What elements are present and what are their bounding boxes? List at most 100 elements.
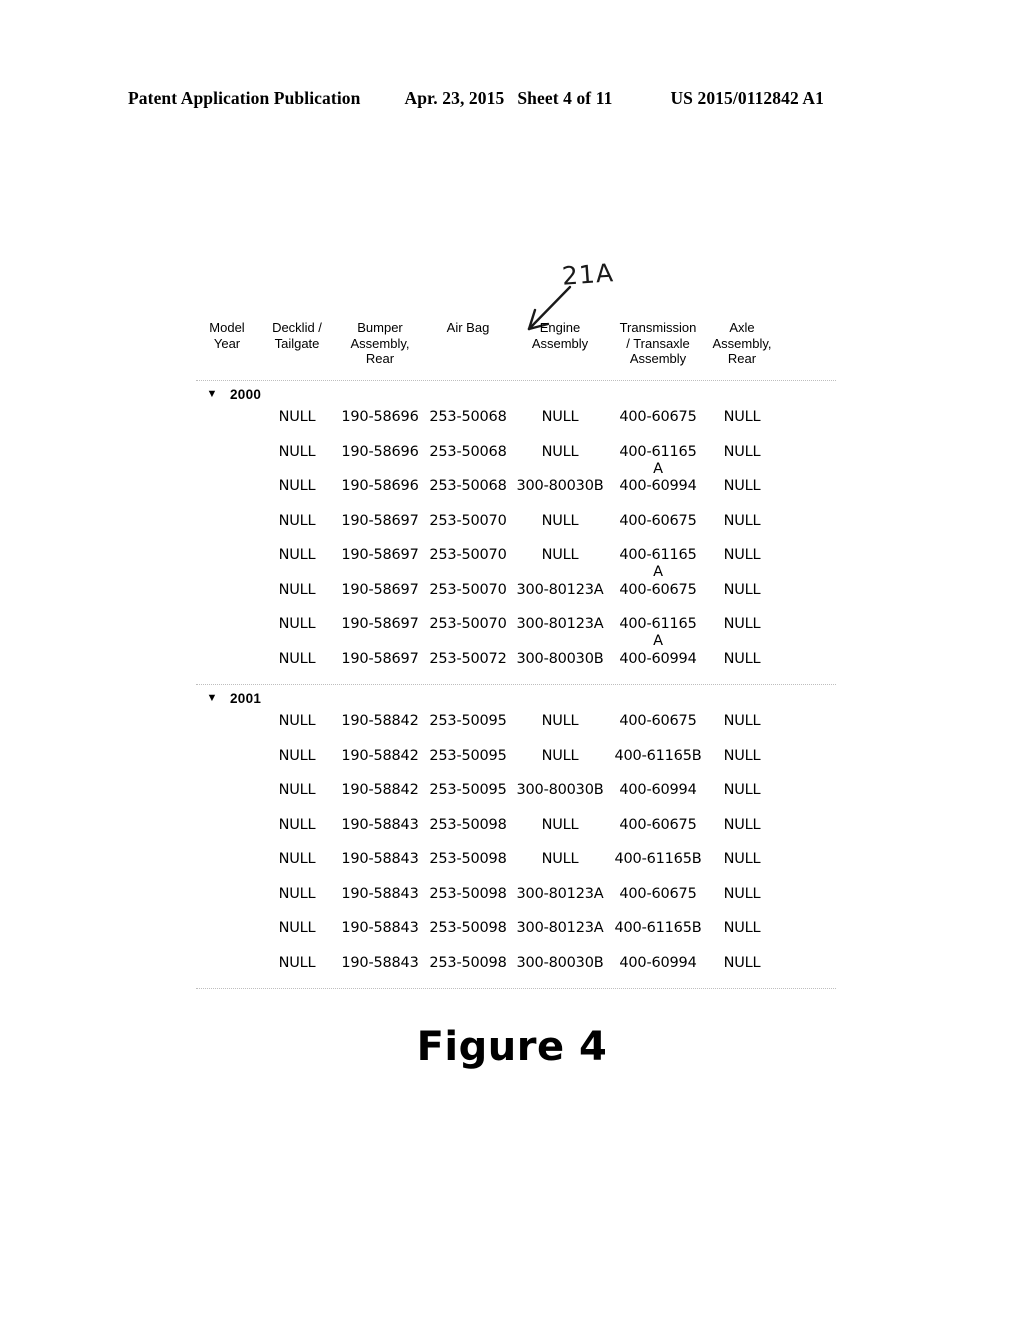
chevron-down-icon[interactable]: ▼ — [204, 389, 220, 400]
table-cell — [196, 850, 258, 851]
table-cell: 400-60994 — [619, 478, 697, 494]
table-row[interactable]: NULL 190-58697 253-50070 NULL 400-61165 A NUL… — [196, 546, 836, 581]
table-cell: 300-80030B — [516, 954, 604, 971]
table-cell: 300-80030B — [516, 478, 604, 494]
patent-drawing-page: Patent Application Publication Apr. 23, … — [0, 0, 1024, 1320]
table-cell: NULL — [541, 409, 579, 425]
table-cell: NULL — [278, 885, 316, 902]
column-header-air-bag[interactable]: Air Bag — [424, 318, 512, 336]
table-cell: 190-58843 — [341, 954, 419, 971]
publication-title: Patent Application Publication — [128, 88, 361, 108]
table-cell — [196, 712, 258, 713]
table-cell: 400-60994 — [619, 650, 697, 667]
table-row[interactable]: NULL 190-58697 253-50070 300-80123A 400-6116… — [196, 615, 836, 650]
table-cell: 300-80123A — [516, 920, 604, 936]
table-cell: NULL — [541, 851, 579, 867]
table-cell — [196, 615, 258, 616]
table-cell: 400-61165 A — [619, 616, 697, 649]
table-cell: NULL — [278, 581, 316, 598]
column-header-engine-assembly[interactable]: Engine Assembly — [512, 318, 608, 351]
table-row[interactable]: NULL 190-58697 253-50072 300-80030B 400-6099… — [196, 650, 836, 685]
column-header-bumper-assembly[interactable]: Bumper Assembly, Rear — [336, 318, 424, 367]
group-header-row[interactable]: ▼ 2000 — [196, 381, 836, 408]
column-header-axle-assembly[interactable]: Axle Assembly, Rear — [708, 318, 776, 367]
table-cell: 400-60994 — [619, 954, 697, 971]
table-row[interactable]: NULL 190-58843 253-50098 NULL 400-60675 NULL — [196, 816, 836, 851]
table-cell: NULL — [278, 443, 316, 460]
column-header-transmission[interactable]: Transmission / Transaxle Assembly — [608, 318, 708, 367]
group-header-row[interactable]: ▼ 2001 — [196, 685, 836, 712]
table-row[interactable]: NULL 190-58843 253-50098 300-80123A 400-6067… — [196, 885, 836, 920]
table-cell: 253-50098 — [429, 954, 507, 971]
table-row[interactable]: NULL 190-58843 253-50098 NULL 400-61165B NULL — [196, 850, 836, 885]
table-cell: NULL — [541, 547, 579, 563]
table-cell: 253-50098 — [429, 816, 507, 833]
table-cell — [196, 581, 258, 582]
table-cell: NULL — [723, 616, 761, 632]
table-cell: NULL — [278, 478, 316, 494]
group-label-model-year: 2000 — [230, 387, 262, 402]
table-cell: NULL — [723, 713, 761, 729]
table-cell — [196, 747, 258, 748]
grid-column-headers: Model Year Decklid / Tailgate Bumper Ass… — [196, 318, 836, 380]
table-row[interactable]: NULL 190-58843 253-50098 300-80123A 400-6116… — [196, 919, 836, 954]
column-header-model-year[interactable]: Model Year — [196, 318, 258, 351]
table-cell: NULL — [723, 547, 761, 563]
table-row[interactable]: NULL 190-58697 253-50070 300-80123A 400-6067… — [196, 581, 836, 616]
table-cell: 300-80030B — [516, 782, 604, 798]
table-cell: NULL — [723, 747, 761, 764]
table-cell: NULL — [278, 782, 316, 798]
grid-separator — [196, 684, 836, 685]
grid-body: ▼ 2000 NULL 190-58696 253-50068 NULL 400-60675… — [196, 380, 836, 989]
table-cell: NULL — [278, 816, 316, 833]
table-cell — [196, 650, 258, 651]
table-row[interactable]: NULL 190-58842 253-50095 NULL 400-61165B NULL — [196, 747, 836, 782]
table-cell: 400-61165B — [614, 747, 702, 764]
table-cell: 253-50095 — [429, 713, 507, 729]
publication-header: Patent Application Publication Apr. 23, … — [128, 88, 896, 109]
table-cell: 300-80123A — [516, 616, 604, 632]
chevron-down-icon[interactable]: ▼ — [204, 693, 220, 704]
table-row[interactable]: NULL 190-58842 253-50095 NULL 400-60675 NULL — [196, 712, 836, 747]
table-cell: NULL — [541, 747, 579, 764]
table-cell: NULL — [723, 885, 761, 902]
table-row[interactable]: NULL 190-58696 253-50068 NULL 400-61165 A NUL… — [196, 443, 836, 478]
table-cell: NULL — [723, 920, 761, 936]
table-cell — [196, 919, 258, 920]
table-cell: NULL — [723, 443, 761, 460]
table-cell: 253-50068 — [429, 443, 507, 460]
table-cell: NULL — [278, 547, 316, 563]
table-cell: 253-50070 — [429, 581, 507, 598]
table-cell: NULL — [278, 747, 316, 764]
table-cell — [196, 781, 258, 782]
table-cell: 253-50098 — [429, 920, 507, 936]
table-cell: 253-50095 — [429, 747, 507, 764]
table-cell: NULL — [723, 650, 761, 667]
group-label-model-year: 2001 — [230, 691, 262, 706]
table-cell — [196, 885, 258, 886]
table-cell: NULL — [278, 616, 316, 632]
table-row[interactable]: NULL 190-58843 253-50098 300-80030B 400-6099… — [196, 954, 836, 989]
table-cell: NULL — [541, 816, 579, 833]
table-cell: 400-60675 — [619, 713, 697, 729]
table-row[interactable]: NULL 190-58697 253-50070 NULL 400-60675 NULL — [196, 512, 836, 547]
table-cell: 253-50098 — [429, 885, 507, 902]
table-cell: NULL — [723, 816, 761, 833]
table-cell — [196, 512, 258, 513]
parts-data-grid: Model Year Decklid / Tailgate Bumper Ass… — [196, 318, 836, 989]
table-row[interactable]: NULL 190-58842 253-50095 300-80030B 400-6099… — [196, 781, 836, 816]
table-cell: NULL — [541, 512, 579, 529]
table-cell: 190-58842 — [341, 713, 419, 729]
table-cell: 253-50072 — [429, 650, 507, 667]
column-header-decklid-tailgate[interactable]: Decklid / Tailgate — [258, 318, 336, 351]
table-cell: 190-58843 — [341, 920, 419, 936]
table-cell: 190-58696 — [341, 478, 419, 494]
table-row[interactable]: NULL 190-58696 253-50068 300-80030B 400-6099… — [196, 477, 836, 512]
table-cell: 253-50070 — [429, 547, 507, 563]
table-cell: NULL — [278, 409, 316, 425]
table-cell: 190-58697 — [341, 581, 419, 598]
figure-caption: Figure 4 — [416, 1024, 608, 1070]
table-row[interactable]: NULL 190-58696 253-50068 NULL 400-60675 NULL — [196, 408, 836, 443]
publication-date: Apr. 23, 2015 — [404, 88, 505, 108]
table-cell: 300-80030B — [516, 650, 604, 667]
